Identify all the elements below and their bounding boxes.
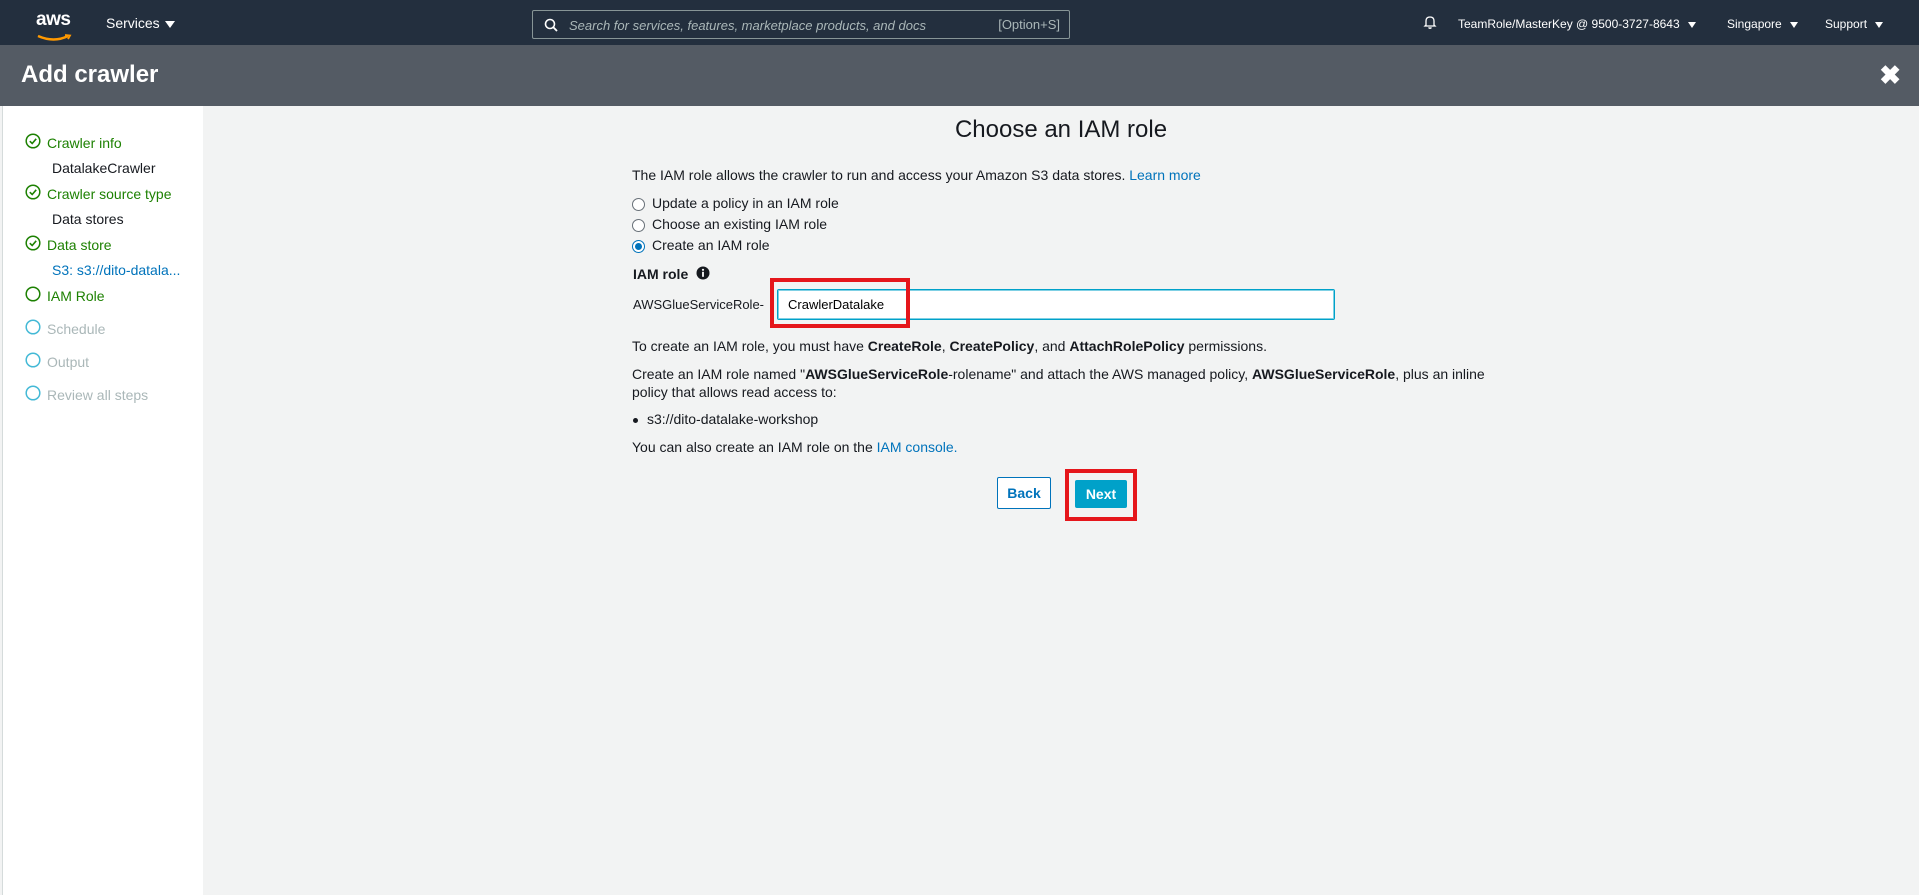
account-menu[interactable]: TeamRole/MasterKey @ 9500-3727-8643	[1458, 17, 1696, 31]
top-navigation-bar: aws Services Search for services, featur…	[0, 0, 1919, 45]
perm-text: To create an IAM role, you must have	[632, 338, 868, 354]
chevron-down-icon	[1687, 21, 1696, 28]
radio-button[interactable]	[632, 218, 645, 232]
create-desc-text: -rolename" and attach the AWS managed po…	[948, 366, 1253, 382]
search-box[interactable]: Search for services, features, marketpla…	[532, 10, 1070, 39]
circle-icon	[25, 352, 41, 368]
perm-create-policy: CreatePolicy	[949, 338, 1035, 354]
chevron-down-icon	[1789, 21, 1798, 28]
chevron-down-icon	[164, 20, 175, 28]
perm-attach-role-policy: AttachRolePolicy	[1069, 338, 1185, 354]
step-label: IAM Role	[47, 288, 105, 304]
services-label: Services	[106, 15, 160, 31]
back-button[interactable]: Back	[997, 477, 1051, 509]
region-menu[interactable]: Singapore	[1727, 17, 1798, 31]
option-label: Update a policy in an IAM role	[652, 195, 839, 211]
close-icon[interactable]: ✖	[1879, 62, 1901, 88]
step-label: Data store	[47, 237, 112, 253]
learn-more-link[interactable]: Learn more	[1129, 167, 1201, 183]
check-circle-icon	[25, 235, 41, 251]
iam-console-note: You can also create an IAM role on the I…	[632, 439, 958, 455]
option-label: Create an IAM role	[652, 237, 770, 253]
circle-icon	[25, 286, 41, 302]
next-button[interactable]: Next	[1075, 480, 1127, 508]
step-sub-data-store-link[interactable]: S3: s3://dito-datala...	[52, 262, 180, 278]
step-sub-crawler-name: DatalakeCrawler	[52, 160, 156, 176]
bucket-path: s3://dito-datalake-workshop	[647, 411, 819, 427]
support-label: Support	[1825, 17, 1868, 31]
console-text: You can also create an IAM role on the	[632, 439, 877, 455]
create-role-description: Create an IAM role named "AWSGlueService…	[632, 365, 1492, 401]
check-circle-icon	[25, 133, 41, 149]
chevron-down-icon	[1875, 21, 1884, 28]
option-choose-existing-role[interactable]: Choose an existing IAM role	[632, 216, 827, 232]
section-heading: Choose an IAM role	[954, 116, 1168, 143]
aws-logo[interactable]: aws	[36, 9, 76, 41]
aws-logo-text: aws	[36, 9, 71, 30]
bullet-icon	[633, 417, 638, 423]
info-icon[interactable]	[696, 266, 710, 280]
circle-icon	[25, 385, 41, 401]
radio-button[interactable]	[632, 197, 645, 211]
account-label: TeamRole/MasterKey @ 9500-3727-8643	[1458, 17, 1680, 31]
main-content: Choose an IAM role The IAM role allows t…	[203, 106, 1919, 895]
perm-sep: , and	[1034, 338, 1070, 354]
search-placeholder: Search for services, features, marketpla…	[569, 18, 926, 33]
search-icon	[544, 18, 558, 32]
step-sub-source-type: Data stores	[52, 211, 124, 227]
perm-create-role: CreateRole	[867, 338, 942, 354]
iam-description: The IAM role allows the crawler to run a…	[632, 167, 1201, 183]
iam-console-link[interactable]: IAM console.	[877, 439, 958, 455]
create-desc-role-name: AWSGlueServiceRole	[805, 366, 949, 382]
step-label: Schedule	[47, 321, 106, 337]
option-create-role[interactable]: Create an IAM role	[632, 237, 770, 253]
perm-text-end: permissions.	[1184, 338, 1267, 354]
support-menu[interactable]: Support	[1825, 17, 1884, 31]
circle-icon	[25, 319, 41, 335]
page-title-bar: Add crawler ✖	[0, 45, 1919, 106]
wizard-steps-sidebar: Crawler info DatalakeCrawler Crawler sou…	[2, 106, 203, 895]
step-label: Crawler source type	[47, 186, 172, 202]
role-name-prefix: AWSGlueServiceRole-	[633, 297, 765, 312]
step-label: Crawler info	[47, 135, 122, 151]
radio-button-selected[interactable]	[632, 239, 645, 253]
permissions-note: To create an IAM role, you must have Cre…	[632, 338, 1267, 354]
role-name-input[interactable]	[777, 289, 1335, 320]
region-label: Singapore	[1727, 17, 1782, 31]
notifications-bell-icon[interactable]	[1422, 14, 1438, 33]
aws-smile-icon	[37, 34, 72, 41]
create-desc-policy-name: AWSGlueServiceRole	[1252, 366, 1396, 382]
create-desc-text: Create an IAM role named "	[632, 366, 806, 382]
search-shortcut: [Option+S]	[998, 17, 1060, 32]
step-label: Review all steps	[47, 387, 149, 403]
option-label: Choose an existing IAM role	[652, 216, 828, 232]
page-title: Add crawler	[21, 61, 159, 88]
iam-description-text: The IAM role allows the crawler to run a…	[632, 167, 1126, 183]
bucket-list-item: s3://dito-datalake-workshop	[633, 411, 818, 427]
services-menu[interactable]: Services	[106, 15, 175, 31]
iam-role-label: IAM role	[633, 266, 689, 282]
option-update-policy[interactable]: Update a policy in an IAM role	[632, 195, 839, 211]
step-label: Output	[47, 354, 90, 370]
check-circle-icon	[25, 184, 41, 200]
